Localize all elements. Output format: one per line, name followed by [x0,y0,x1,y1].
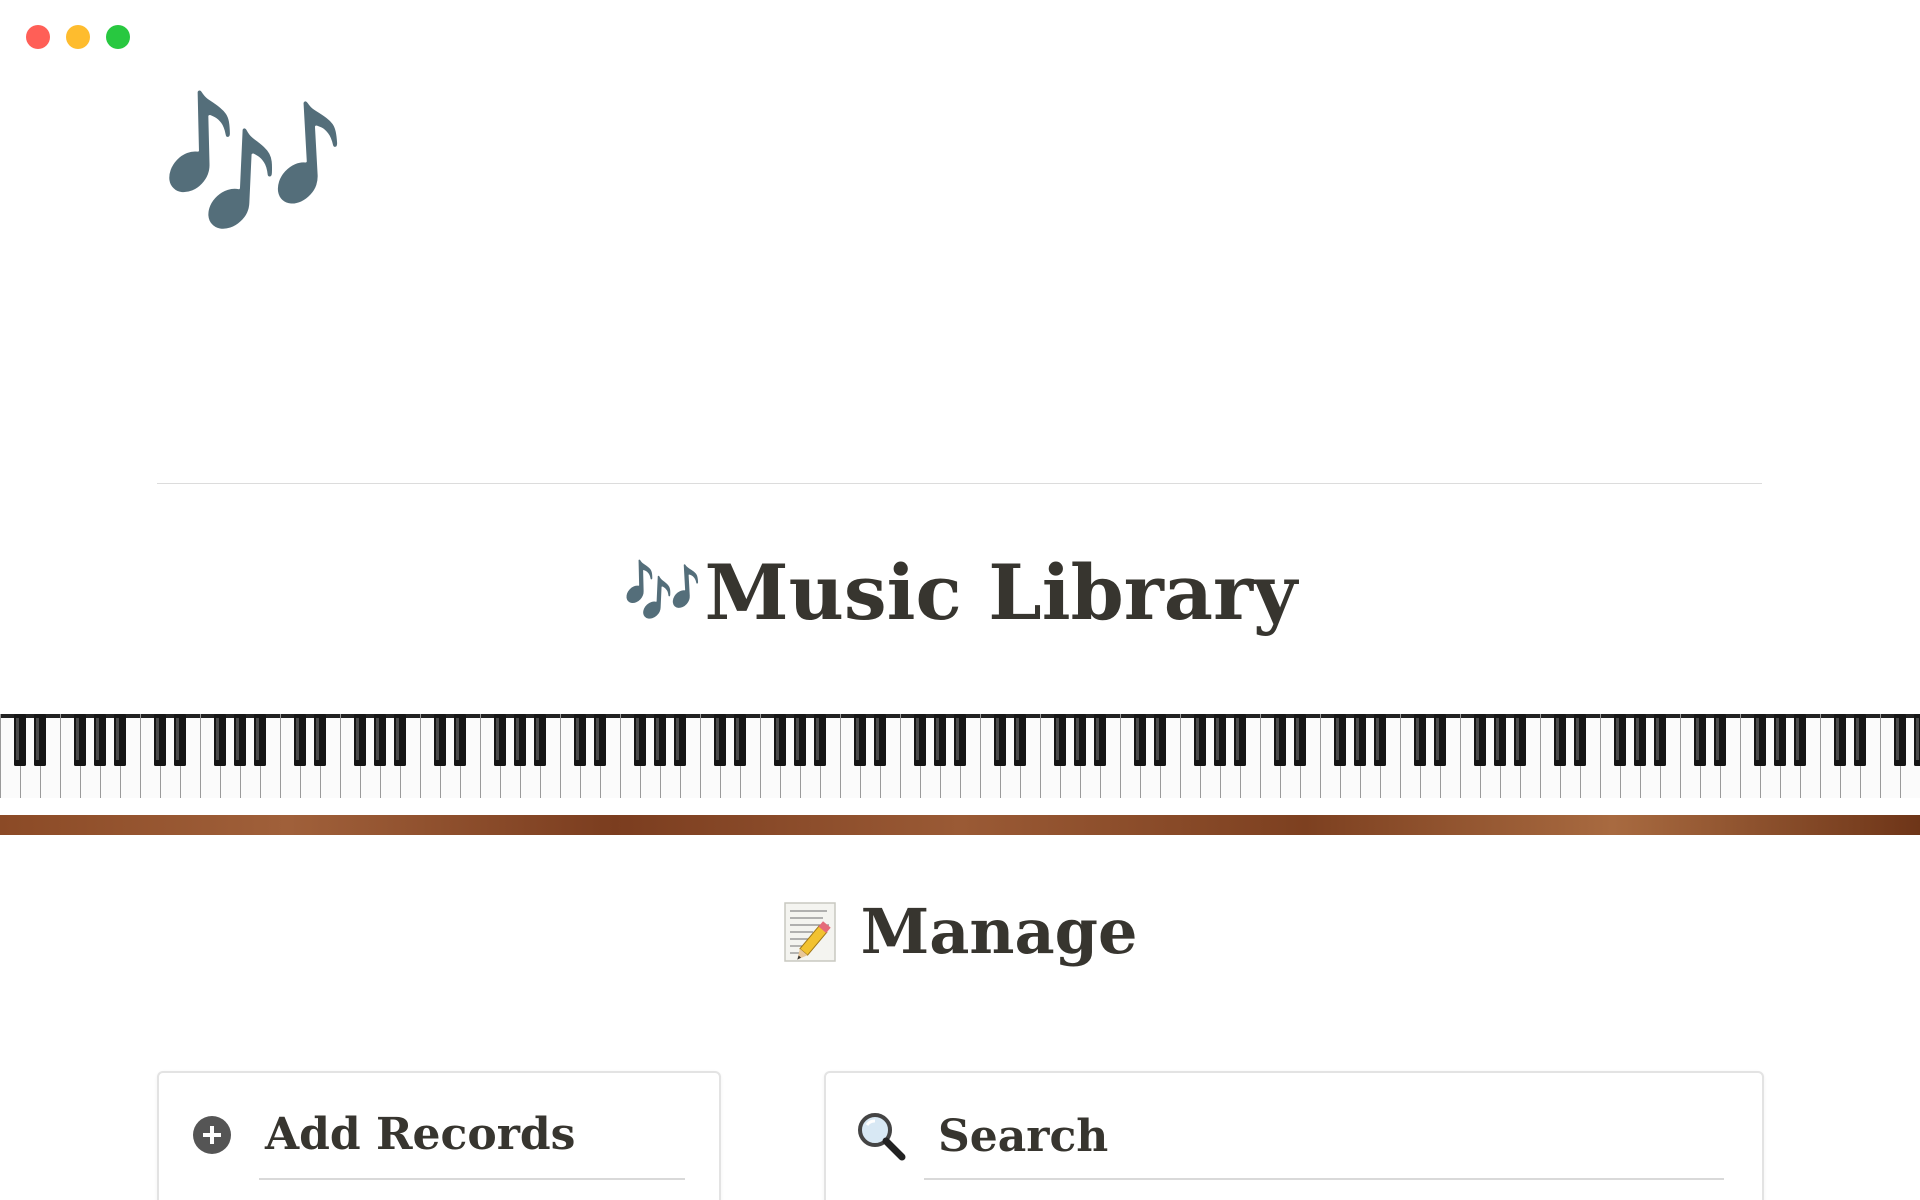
card-underline [924,1178,1724,1180]
card-underline [259,1178,685,1180]
page-title-text: Music Library [704,548,1298,637]
zoom-window-button[interactable] [106,25,130,49]
plus-circle-icon [193,1115,231,1154]
divider [157,483,1762,484]
search-header[interactable]: Search [854,1109,1108,1163]
page-icon[interactable]: 🎶 [160,92,347,242]
search-title[interactable]: Search [938,1111,1108,1162]
minimize-window-button[interactable] [66,25,90,49]
piano-keyboard-banner [0,714,1920,798]
window-controls [26,25,130,49]
magnifier-icon [854,1109,908,1163]
search-card[interactable]: Search [824,1071,1764,1200]
page-title: 🎶 Music Library [0,548,1920,637]
piano-wood-rail [0,815,1920,835]
manage-heading: Manage [0,895,1920,968]
add-records-title[interactable]: Add Records [265,1109,575,1160]
close-window-button[interactable] [26,25,50,49]
music-notes-icon: 🎶 [622,556,703,630]
app-window: 🎶 🎶 Music Library Manage Add Records Sea… [0,0,1920,1200]
memo-icon [783,901,839,963]
add-records-header[interactable]: Add Records [193,1109,575,1160]
manage-heading-text: Manage [860,895,1138,968]
add-records-card[interactable]: Add Records [157,1071,721,1200]
